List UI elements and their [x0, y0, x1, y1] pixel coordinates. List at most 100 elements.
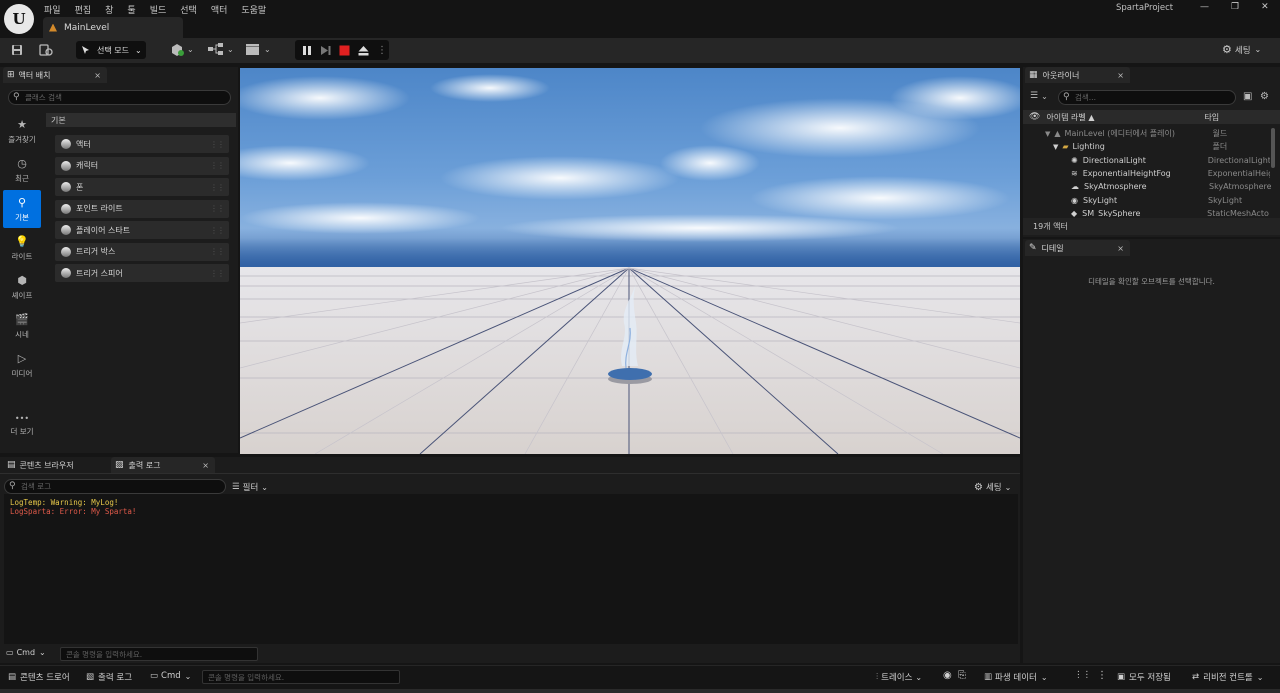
source-control-icon[interactable]: ⋮⋮ — [1074, 670, 1091, 680]
tab-output-log[interactable]: ▧ 출력 로그 × — [111, 457, 215, 473]
drag-handle-icon[interactable]: ⋮⋮ — [210, 269, 225, 278]
play-controls: ⋮ — [295, 40, 389, 60]
outliner-row[interactable]: ▼ ▲ MainLevel (에디터에서 플레이) 월드 — [1023, 127, 1280, 140]
column-type[interactable]: 타입 — [1204, 112, 1219, 123]
frame-skip-icon[interactable] — [320, 45, 331, 56]
outliner-item-type: StaticMeshActo — [1207, 208, 1269, 217]
mode-select-button[interactable]: 선택 모드 ⌄ — [76, 41, 146, 59]
column-item-label[interactable]: 아이템 라벨 ▲ — [1046, 112, 1204, 123]
category-cinematic[interactable]: 🎬 시네 — [3, 307, 41, 345]
outliner-row[interactable]: ≋ ExponentialHeightFog ExponentialHeig — [1023, 167, 1280, 180]
save-icon[interactable] — [11, 44, 23, 56]
close-window-icon[interactable]: ✕ — [1261, 2, 1269, 12]
stop-icon[interactable] — [339, 45, 350, 56]
content-browser-toolbar-icon[interactable] — [39, 44, 53, 56]
category-media[interactable]: ▷ 미디어 — [3, 346, 41, 384]
close-icon[interactable]: × — [202, 461, 209, 470]
derived-data-button[interactable]: ▥ 파생 데이터 ⌄ — [984, 671, 1048, 683]
outliner-row[interactable]: ▼ ▰ Lighting 폴더 — [1023, 140, 1280, 153]
record-icon[interactable]: ◉ — [943, 670, 952, 681]
maximize-icon[interactable]: ❐ — [1231, 2, 1239, 12]
filter-button[interactable]: ☰ 필터 ⌄ — [232, 481, 268, 493]
chevron-down-icon: ⌄ — [915, 672, 923, 682]
menu-actor[interactable]: 액터 — [211, 3, 228, 16]
actor-sphere-icon — [61, 139, 71, 149]
outliner-filter-button[interactable]: ☰ ⌄ — [1030, 91, 1048, 101]
tab-place-actors-label: 액터 배치 — [18, 70, 51, 80]
menu-file[interactable]: 파일 — [44, 3, 61, 16]
pause-icon[interactable] — [302, 45, 312, 56]
content-drawer-button[interactable]: ▤ 콘텐츠 드로어 — [8, 671, 70, 683]
screenshot-icon[interactable]: ⎘ — [958, 670, 966, 681]
drag-handle-icon[interactable]: ⋮⋮ — [210, 247, 225, 256]
tab-place-actors[interactable]: ⊞ 액터 배치 × — [3, 67, 107, 83]
more-options-icon[interactable]: ⋮ — [1097, 670, 1107, 681]
cmd-selector[interactable]: ▭ Cmd ⌄ — [6, 648, 46, 657]
eject-icon[interactable] — [358, 45, 369, 56]
output-log-status-button[interactable]: ▧ 출력 로그 — [86, 671, 132, 683]
visibility-eye-icon[interactable]: 👁 — [1029, 112, 1040, 122]
drag-handle-icon[interactable]: ⋮⋮ — [210, 140, 225, 149]
outliner-search-input[interactable]: ⚲ 검색... — [1058, 90, 1236, 105]
console-command-input[interactable]: 콘솔 명령을 입력하세요. — [60, 647, 258, 661]
logo-letter: U — [12, 10, 26, 28]
minimize-icon[interactable]: — — [1200, 2, 1209, 12]
menu-build[interactable]: 빌드 — [150, 3, 167, 16]
menu-help[interactable]: 도움말 — [241, 3, 266, 16]
category-more[interactable]: ••• 더 보기 — [3, 406, 41, 444]
expand-arrow-icon[interactable]: ▼ — [1045, 130, 1050, 138]
outliner-row[interactable]: ◉ SkyLight SkyLight — [1023, 193, 1280, 206]
add-actor-button[interactable]: ⌄ — [170, 43, 194, 56]
gear-icon[interactable]: ⚙ — [1260, 91, 1269, 102]
settings-button[interactable]: ⚙ 세팅 ⌄ — [1222, 43, 1261, 56]
menu-tools[interactable]: 툴 — [127, 3, 135, 16]
tab-outliner[interactable]: ▦ 아웃라이너 × — [1025, 67, 1130, 83]
level-viewport[interactable] — [240, 68, 1020, 454]
close-icon[interactable]: × — [94, 71, 101, 80]
category-favorites[interactable]: ★ 즐겨찾기 — [3, 112, 41, 150]
log-settings-button[interactable]: ⚙ 세팅 ⌄ — [974, 481, 1011, 494]
actor-item-trigger-sphere[interactable]: 트리거 스피어 ⋮⋮ — [55, 264, 229, 282]
category-recent[interactable]: ◷ 최근 — [3, 151, 41, 189]
status-console-input[interactable]: 콘솔 명령을 입력하세요. — [202, 670, 400, 684]
unreal-logo-icon[interactable]: U — [4, 4, 34, 34]
category-basic[interactable]: ⚲ 기본 — [3, 190, 41, 228]
actor-item-point-light[interactable]: 포인트 라이트 ⋮⋮ — [55, 199, 229, 218]
menu-window[interactable]: 창 — [105, 3, 113, 16]
tab-content-browser[interactable]: ▤ 콘텐츠 브라우저 — [3, 457, 110, 473]
log-output-area[interactable]: LogTemp: Warning: MyLog! LogSparta: Erro… — [4, 494, 1018, 644]
cinematics-button[interactable]: ⌄ — [245, 43, 271, 55]
status-cmd-selector[interactable]: ▭ Cmd ⌄ — [150, 671, 191, 681]
level-tab[interactable]: MainLevel — [43, 17, 183, 38]
blueprint-button[interactable]: ⌄ — [208, 43, 234, 55]
add-folder-icon[interactable]: ▣ — [1243, 91, 1252, 102]
outliner-row[interactable]: ◆ SM_SkySphere StaticMeshActo — [1023, 207, 1280, 217]
category-lights[interactable]: 💡 라이트 — [3, 229, 41, 267]
menu-select[interactable]: 선택 — [180, 3, 197, 16]
outliner-scrollbar[interactable] — [1271, 128, 1275, 168]
expand-arrow-icon[interactable]: ▼ — [1053, 143, 1058, 151]
actor-item-trigger-box[interactable]: 트리거 박스 ⋮⋮ — [55, 242, 229, 261]
log-search-input[interactable]: ⚲ 검색 로그 — [4, 479, 226, 494]
tab-details[interactable]: ✎ 디테일 × — [1025, 240, 1130, 256]
trace-button[interactable]: ⫶ 트레이스 ⌄ — [876, 671, 922, 683]
actor-item-character[interactable]: 캐릭터 ⋮⋮ — [55, 156, 229, 175]
outliner-row[interactable]: ☁ SkyAtmosphere SkyAtmosphere — [1023, 180, 1280, 193]
character-icon — [61, 160, 71, 171]
class-search-input[interactable]: ⚲ 클래스 검색 — [8, 90, 231, 105]
close-icon[interactable]: × — [1117, 244, 1124, 253]
revision-control-button[interactable]: ⇄ 리비전 컨트롤 ⌄ — [1192, 671, 1263, 683]
category-shapes[interactable]: ⬢ 셰이프 — [3, 268, 41, 306]
actor-item-actor[interactable]: 액터 ⋮⋮ — [55, 135, 229, 153]
close-icon[interactable]: × — [1117, 71, 1124, 80]
outliner-row[interactable]: ✺ DirectionalLight DirectionalLight — [1023, 154, 1280, 167]
actor-item-player-start[interactable]: 플레이어 스타트 ⋮⋮ — [55, 221, 229, 239]
menu-edit[interactable]: 편집 — [75, 3, 92, 16]
drag-handle-icon[interactable]: ⋮⋮ — [210, 204, 225, 213]
drag-handle-icon[interactable]: ⋮⋮ — [210, 183, 225, 192]
more-options-icon[interactable]: ⋮ — [377, 45, 387, 56]
drag-handle-icon[interactable]: ⋮⋮ — [210, 161, 225, 170]
actor-item-pawn[interactable]: 폰 ⋮⋮ — [55, 178, 229, 196]
drag-handle-icon[interactable]: ⋮⋮ — [210, 226, 225, 235]
save-all-button[interactable]: ▣ 모두 저장됨 — [1117, 671, 1171, 683]
